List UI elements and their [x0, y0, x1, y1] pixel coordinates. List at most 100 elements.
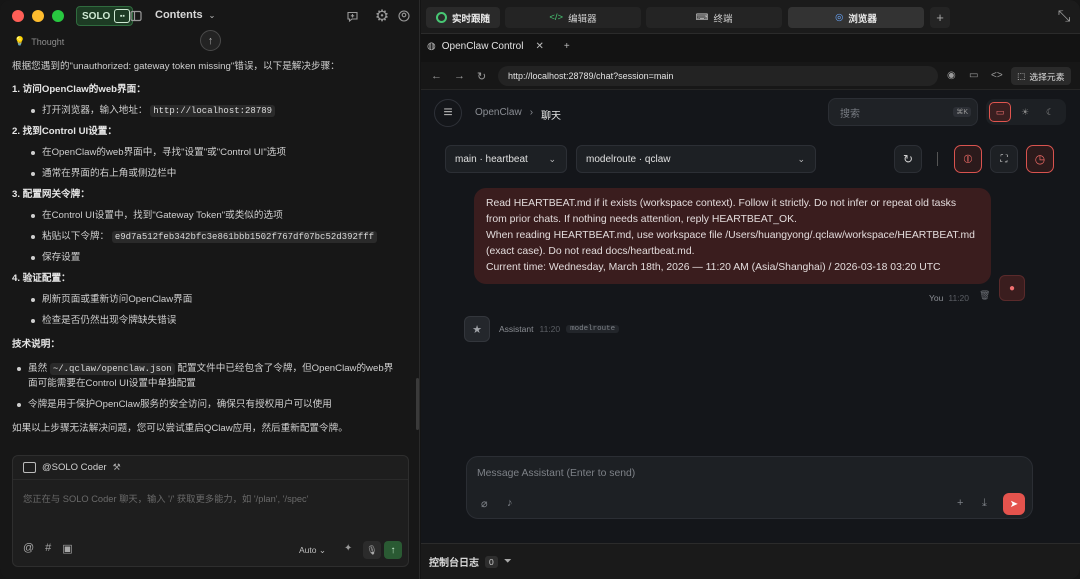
session-select[interactable]: main · heartbeat ⌄ [445, 145, 567, 173]
session-label: main · heartbeat [455, 153, 528, 165]
filter-icon[interactable]: ⏷ [504, 556, 512, 567]
contents-dropdown[interactable]: Contents ⌄ [155, 9, 215, 21]
title-bar: SOLO ▪▪ Contents ⌄ ⚙ [0, 0, 420, 32]
step-1-text: 打开浏览器，输入地址： [42, 105, 148, 116]
reload-icon[interactable]: ↻ [477, 70, 486, 83]
mention-icon[interactable]: @ [23, 542, 34, 555]
agent-label[interactable]: @SOLO Coder [42, 462, 107, 473]
settings-gear-icon[interactable]: ⚙ [374, 8, 390, 25]
browser-tab-title: OpenClaw Control [441, 40, 524, 52]
select-element-button[interactable]: ⬚ 选择元素 [1011, 67, 1071, 85]
crumb-current: 聊天 [541, 111, 562, 122]
target-icon[interactable]: ◉ [947, 70, 956, 81]
tab-label: 终端 [713, 13, 733, 25]
browser-tab[interactable]: ◍ OpenClaw Control ✕ + [427, 36, 570, 56]
contents-label: Contents [155, 9, 203, 21]
close-icon[interactable]: ✕ [535, 41, 543, 52]
tech-bullet-2: 令牌是用于保护OpenClaw服务的安全访问，确保只有授权用户可以使用 [17, 399, 332, 410]
panel-tabs: 实时跟随 </> 编辑器 ⌨ 终端 ◎ 浏览器 + ⤡ [421, 0, 1080, 34]
brain-icon: ⦶ [963, 151, 973, 166]
microphone-icon[interactable]: ♪ [507, 497, 513, 509]
tech-text-a: 虽然 [28, 363, 48, 374]
composer-input[interactable]: 您正在与 SOLO Coder 聊天，输入 '/' 获取更多能力，如 '/pla… [23, 491, 308, 505]
refresh-icon: ↻ [902, 152, 914, 166]
download-icon[interactable]: ⤓ [982, 497, 987, 510]
model-select[interactable]: modelroute · qclaw ⌄ [576, 145, 816, 173]
sparkle-icon[interactable]: ✦ [344, 543, 352, 554]
mode-select[interactable]: Auto ⌄ [299, 545, 326, 556]
new-tab-icon[interactable]: + [564, 41, 570, 52]
focus-button[interactable]: ⛶ [990, 145, 1018, 173]
url-text: http://localhost:28789/chat?session=main [508, 71, 674, 81]
divider [937, 152, 938, 166]
tab-browser[interactable]: ◎ 浏览器 [788, 7, 924, 28]
step-4-bullet-1: 刷新页面或重新访问OpenClaw界面 [30, 294, 193, 305]
plus-icon[interactable]: + [957, 497, 963, 509]
console-label: 控制台日志 [429, 558, 479, 569]
url-input[interactable]: http://localhost:28789/chat?session=main [498, 66, 938, 86]
mode-label: Auto [299, 545, 317, 555]
tab-editor[interactable]: </> 编辑器 [505, 7, 641, 28]
brand-label: SOLO [82, 10, 111, 22]
attach-icon[interactable]: ⌀ [481, 497, 488, 510]
user-meta: You 11:20 [929, 293, 969, 303]
sidebar-toggle-icon[interactable] [128, 8, 144, 24]
delete-icon[interactable]: 🗑 [979, 290, 990, 301]
app-window: SOLO ▪▪ Contents ⌄ ⚙ 💡 Thought ↑ 根据您遇到的"una… [0, 0, 1080, 579]
search-input[interactable]: 搜索 ⌘K [828, 98, 978, 126]
menu-icon[interactable]: ≡ [434, 99, 462, 127]
sun-icon[interactable]: ☀ [1014, 102, 1036, 122]
close-window-button[interactable] [12, 10, 24, 22]
model-label: modelroute · qclaw [586, 153, 671, 165]
assistant-label: Assistant [499, 324, 534, 334]
refresh-button[interactable]: ↻ [894, 145, 922, 173]
step-3-heading: 3. 配置网关令牌： [12, 189, 90, 200]
tab-terminal[interactable]: ⌨ 终端 [646, 7, 782, 28]
message-line: Read HEARTBEAT.md if it exists (workspac… [486, 198, 957, 209]
hash-icon[interactable]: # [45, 542, 51, 555]
chevron-down-icon: ⌄ [548, 154, 556, 164]
compass-icon: ◎ [835, 12, 844, 23]
clock-icon: ◷ [1034, 152, 1046, 166]
devtools-icon[interactable]: <> [991, 70, 1003, 81]
account-icon[interactable] [396, 8, 412, 24]
clock-button[interactable]: ◷ [1026, 145, 1054, 173]
tech-heading: 技术说明： [12, 339, 60, 350]
chevron-right-icon: › [529, 107, 534, 118]
solo-brand-badge[interactable]: SOLO ▪▪ [76, 6, 134, 26]
step-1-bullet: 打开浏览器，输入地址： http://localhost:28789 [30, 104, 276, 118]
image-icon[interactable]: ▣ [62, 542, 72, 555]
select-element-label: 选择元素 [1029, 71, 1065, 82]
theme-switcher: ▭ ☀ ☾ [986, 99, 1066, 125]
thought-toggle[interactable]: 💡 Thought [14, 36, 64, 47]
maximize-window-button[interactable] [52, 10, 64, 22]
chevron-down-icon: ⌄ [208, 10, 216, 20]
new-chat-icon[interactable] [344, 8, 360, 24]
crumb-root[interactable]: OpenClaw [475, 107, 522, 122]
scrollbar[interactable] [416, 378, 419, 430]
scroll-top-button[interactable]: ↑ [200, 30, 221, 51]
monitor-icon[interactable]: ▭ [989, 102, 1011, 122]
collapse-icon[interactable]: ⤡ [1056, 8, 1072, 25]
back-icon[interactable]: ← [431, 70, 442, 82]
microphone-icon[interactable]: 🎙 [363, 541, 381, 559]
tab-live-follow[interactable]: 实时跟随 [426, 7, 500, 28]
config-path-code: ~/.qclaw/openclaw.json [49, 363, 175, 375]
you-label: You [929, 293, 944, 303]
send-button[interactable]: ↑ [384, 541, 402, 559]
terminal-icon: ⌨ [695, 12, 709, 22]
minimize-window-button[interactable] [32, 10, 44, 22]
shortcut-badge: ⌘K [953, 107, 971, 117]
brain-button[interactable]: ⦶ [954, 145, 982, 173]
tools-icon[interactable]: ⚒ [113, 462, 121, 473]
console-bar[interactable]: 控制台日志 0 ⏷ [421, 543, 1080, 579]
device-icon[interactable]: ▭ [969, 70, 978, 81]
address-bar: ← → ↻ http://localhost:28789/chat?sessio… [421, 62, 1080, 90]
message-composer[interactable]: Message Assistant (Enter to send) ⌀ ♪ + … [466, 456, 1033, 519]
send-button[interactable]: ➤ [1003, 493, 1025, 515]
step-1-heading: 1. 访问OpenClaw的web界面： [12, 84, 146, 95]
moon-icon[interactable]: ☾ [1039, 102, 1061, 122]
forward-icon[interactable]: → [454, 70, 465, 82]
add-tab-button[interactable]: + [930, 7, 950, 28]
message-input[interactable]: Message Assistant (Enter to send) [477, 468, 635, 479]
